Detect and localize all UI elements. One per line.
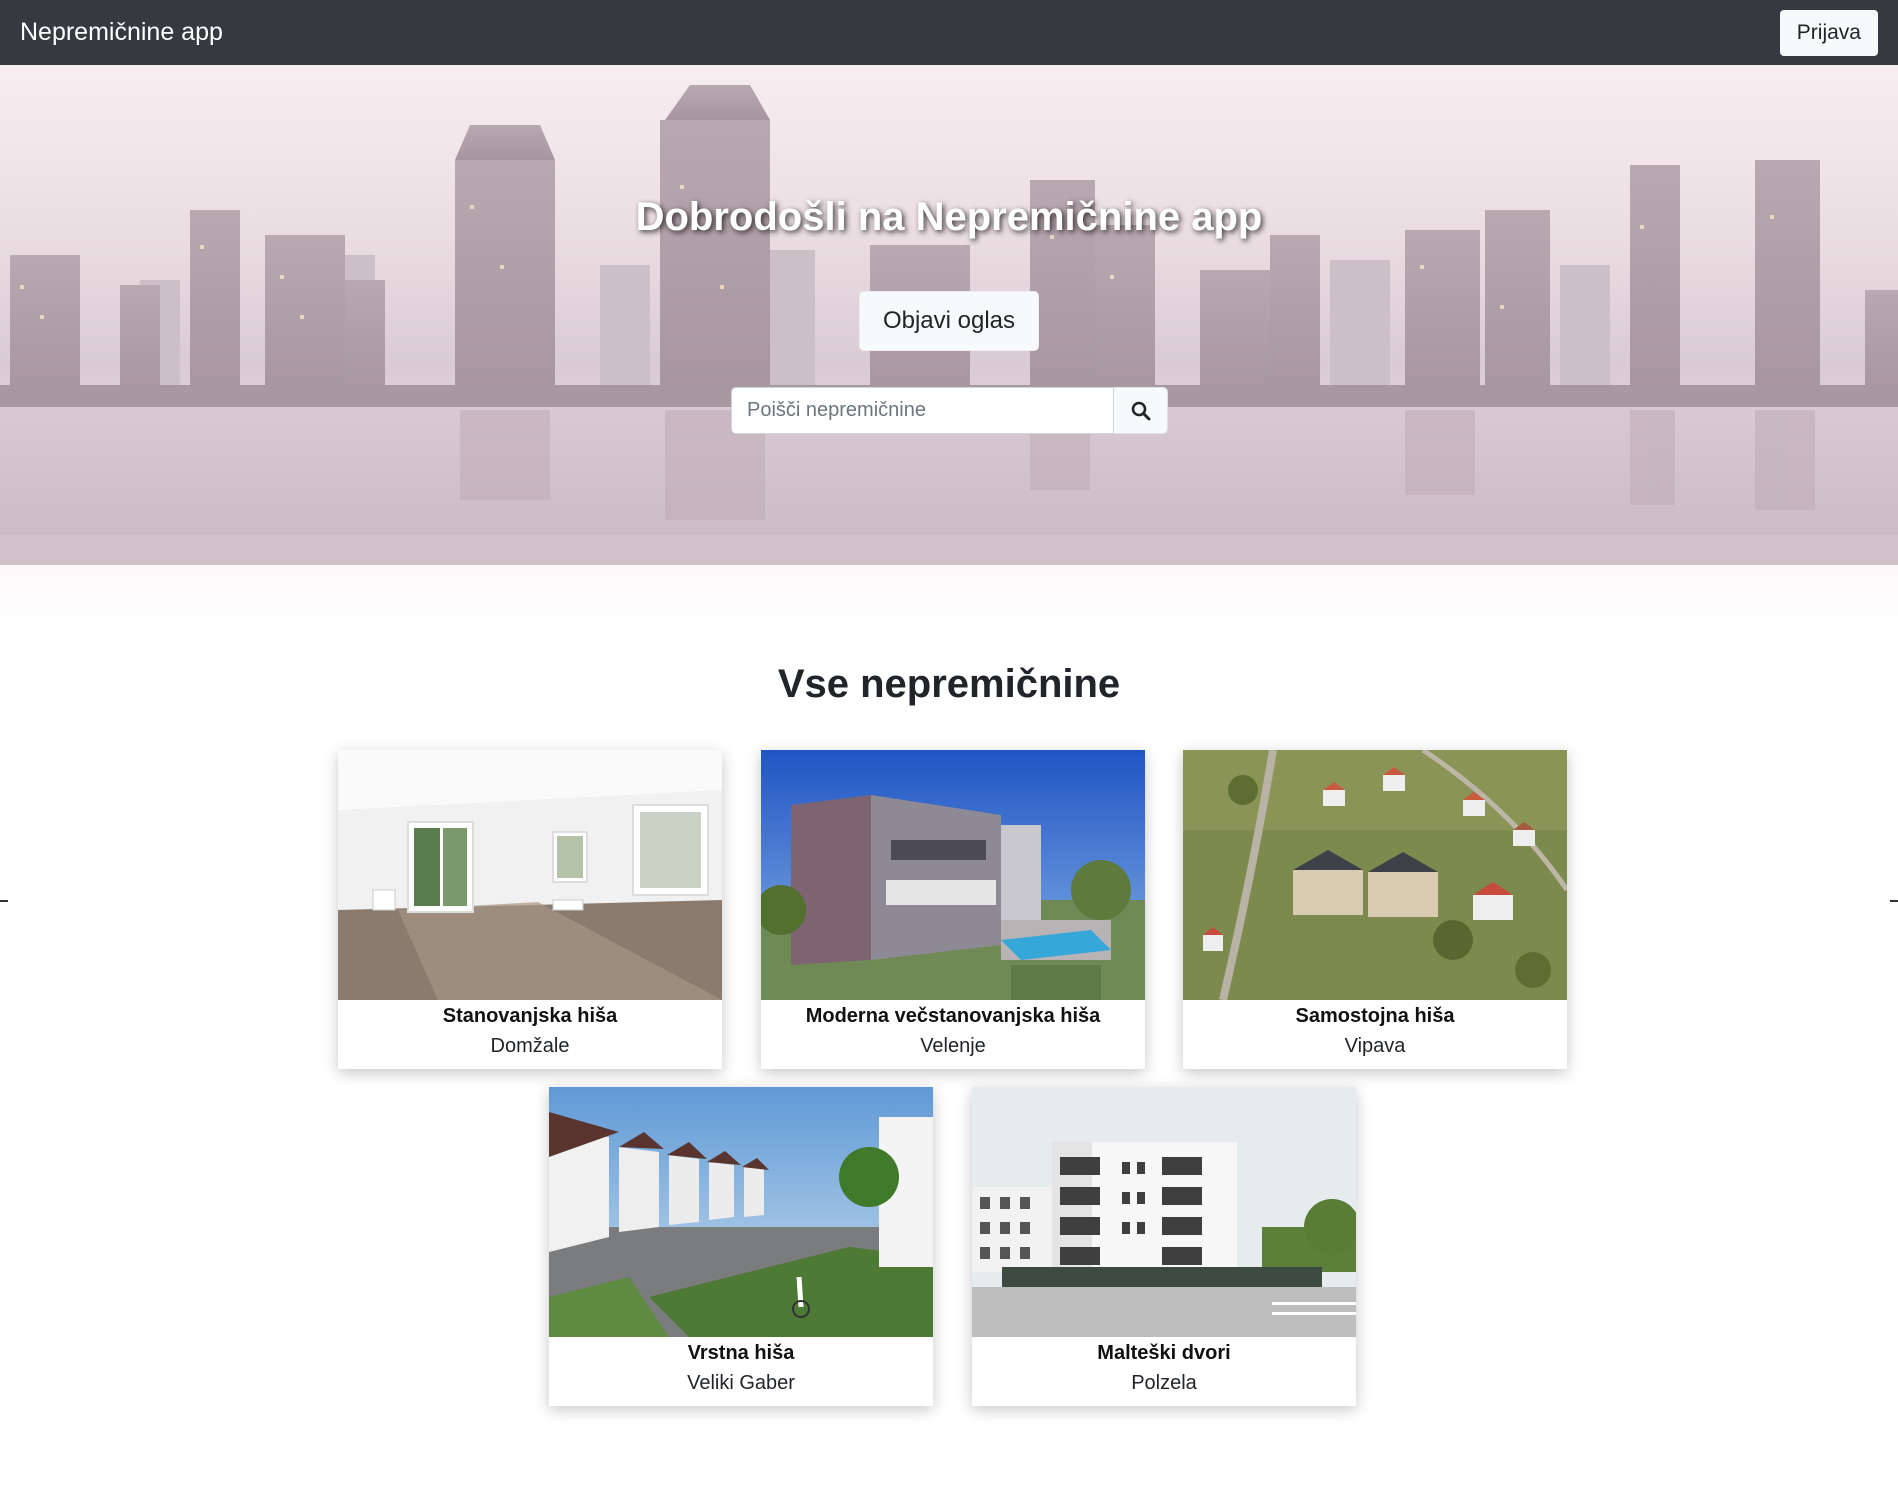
listing-image-modern-villa: [761, 750, 1145, 1000]
section-title: Vse nepremičnine: [777, 662, 1121, 706]
listing-city: Polzela: [1131, 1372, 1197, 1394]
navbar: Nepremičnine app Prijava: [0, 0, 1898, 65]
carousel-prev-control[interactable]: [0, 900, 8, 902]
listing-city: Veliki Gaber: [687, 1372, 795, 1394]
search-icon: [1131, 401, 1150, 420]
carousel-next-control[interactable]: [1890, 900, 1898, 902]
search-input[interactable]: [731, 387, 1114, 434]
hero-banner: Dobrodošli na Nepremičnine app Objavi og…: [0, 65, 1898, 565]
listing-title: Samostojna hiša: [1295, 1005, 1455, 1027]
listing-card[interactable]: Vrstna hiša Veliki Gaber: [549, 1087, 933, 1406]
listing-city: Velenje: [920, 1035, 986, 1057]
brand-link[interactable]: Nepremičnine app: [20, 18, 223, 47]
publish-listing-button[interactable]: Objavi oglas: [859, 291, 1039, 351]
listing-title: Vrstna hiša: [687, 1342, 795, 1364]
login-button[interactable]: Prijava: [1779, 9, 1878, 56]
listing-card[interactable]: Stanovanjska hiša Domžale: [338, 750, 722, 1069]
listing-card[interactable]: Malteški dvori Polzela: [972, 1087, 1356, 1406]
listing-card[interactable]: Samostojna hiša Vipava: [1183, 750, 1567, 1069]
listing-image-interior: [338, 750, 722, 1000]
hero-title: Dobrodošli na Nepremičnine app: [635, 195, 1263, 239]
listing-title: Malteški dvori: [1097, 1342, 1231, 1364]
listing-city: Vipava: [1344, 1035, 1406, 1057]
listing-city: Domžale: [490, 1035, 570, 1057]
hero-fade: [0, 565, 1898, 630]
listing-title: Moderna večstanovanjska hiša: [805, 1005, 1101, 1027]
search-bar: [731, 387, 1168, 434]
listing-card[interactable]: Moderna večstanovanjska hiša Velenje: [761, 750, 1145, 1069]
listing-title: Stanovanjska hiša: [442, 1005, 618, 1027]
listing-image-row-houses: [549, 1087, 933, 1337]
listing-image-apartment-block: [972, 1087, 1356, 1337]
listing-image-aerial-village: [1183, 750, 1567, 1000]
search-button[interactable]: [1114, 387, 1168, 434]
